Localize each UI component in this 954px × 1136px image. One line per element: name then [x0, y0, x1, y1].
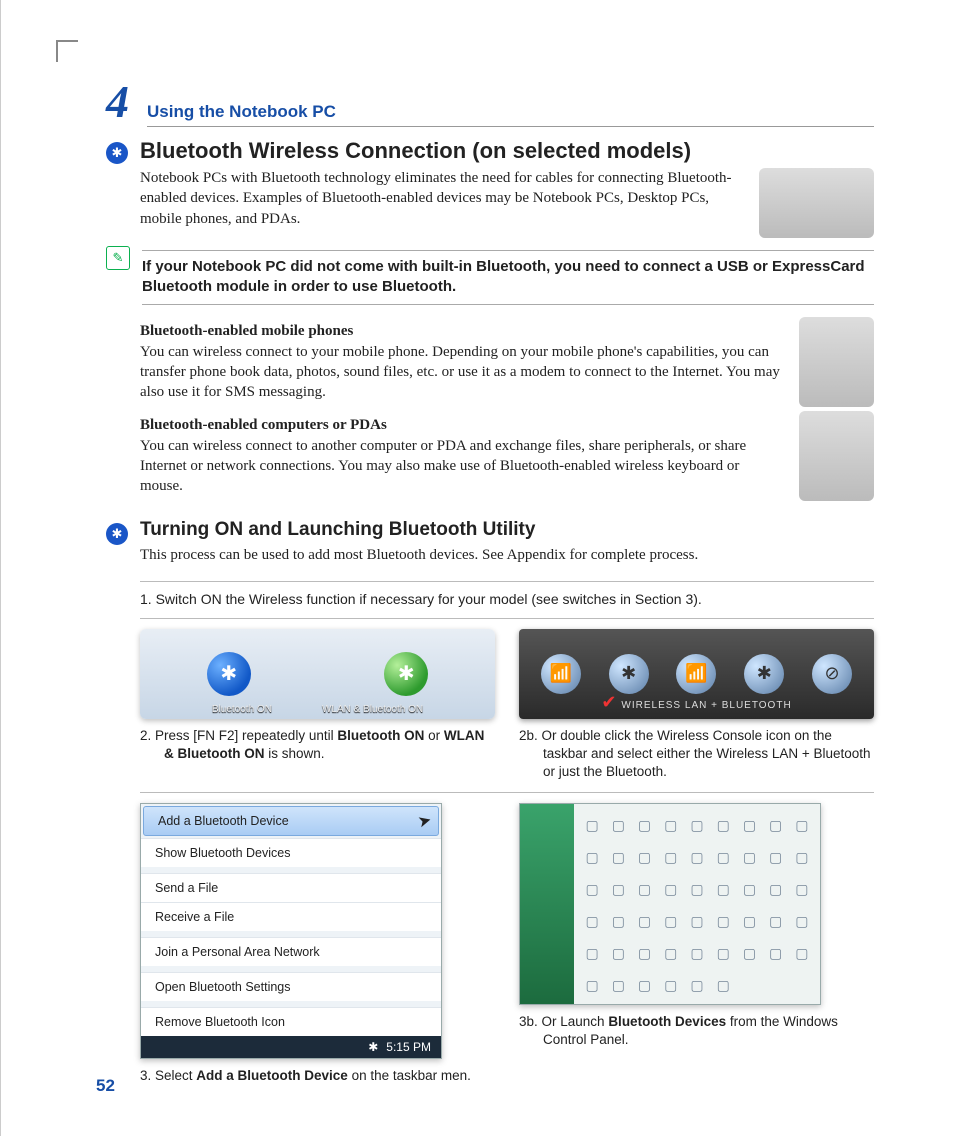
shot2-label: Wireless LAN + Bluetooth — [621, 700, 791, 711]
screenshot-row-1: ✱ ✱ Bluetooth ON WLAN & Bluetooth ON 2. … — [140, 629, 874, 782]
bluetooth-on-screenshot: ✱ ✱ Bluetooth ON WLAN & Bluetooth ON — [140, 629, 495, 719]
section2-intro: This process can be used to add most Blu… — [140, 545, 874, 565]
screenshot-row-2: ➤ Add a Bluetooth Device Show Bluetooth … — [140, 803, 874, 1085]
step-2b: 2b. Or double click the Wireless Console… — [519, 727, 874, 782]
note-text: If your Notebook PC did not come with bu… — [142, 250, 874, 305]
sub1-text: You can wireless connect to your mobile … — [140, 342, 785, 403]
section-bluetooth: ✱ Bluetooth Wireless Connection (on sele… — [106, 138, 874, 238]
step-2: 2. Press [FN F2] repeatedly until Blueto… — [140, 727, 495, 763]
note-row: ✎ If your Notebook PC did not come with … — [106, 244, 874, 313]
control-panel-grid — [574, 804, 820, 1004]
menu-item-send-file: Send a File — [141, 873, 441, 902]
bluetooth-glyph-icon: ✱ — [207, 652, 251, 696]
control-panel-sidebar — [520, 804, 574, 1004]
section-heading: Bluetooth Wireless Connection (on select… — [140, 138, 874, 164]
divider — [140, 618, 874, 619]
sub1-row: Bluetooth-enabled mobile phones You can … — [106, 317, 874, 407]
shot1-label-b: WLAN & Bluetooth ON — [322, 704, 423, 715]
crop-mark — [56, 40, 78, 62]
menu-item-receive-file: Receive a File — [141, 902, 441, 931]
section-intro: Notebook PCs with Bluetooth technology e… — [140, 168, 747, 229]
antenna-icon: 📶 — [676, 654, 716, 694]
menu-item-join-pan: Join a Personal Area Network — [141, 937, 441, 966]
antenna-bt-icon: ✱ — [609, 654, 649, 694]
page-number: 52 — [96, 1076, 115, 1096]
antenna-icon: 📶 — [541, 654, 581, 694]
note-icon: ✎ — [106, 246, 130, 270]
sub1-title: Bluetooth-enabled mobile phones — [140, 323, 785, 340]
step-3b: 3b. Or Launch Bluetooth Devices from the… — [519, 1013, 874, 1049]
antenna-bt-icon: ✱ — [744, 654, 784, 694]
section2-heading: Turning ON and Launching Bluetooth Utili… — [140, 519, 874, 541]
bluetooth-icon: ✱ — [106, 142, 128, 164]
check-icon: ✔ — [601, 692, 617, 712]
taskbar-menu-screenshot: ➤ Add a Bluetooth Device Show Bluetooth … — [140, 803, 442, 1059]
menu-item-open-settings: Open Bluetooth Settings — [141, 972, 441, 1001]
control-panel-screenshot — [519, 803, 821, 1005]
bluetooth-icon: ✱ — [106, 523, 128, 545]
wireless-console-screenshot: 📶 ✱ 📶 ✱ ⊘ ✔ Wireless LAN + Bluetooth — [519, 629, 874, 719]
divider — [140, 581, 874, 582]
section-turning-on: ✱ Turning ON and Launching Bluetooth Uti… — [106, 519, 874, 571]
chapter-header: 4 Using the Notebook PC — [106, 75, 874, 128]
antenna-off-icon: ⊘ — [812, 654, 852, 694]
taskbar-time: 5:15 PM — [386, 1040, 431, 1054]
sub2-row: Bluetooth-enabled computers or PDAs You … — [106, 411, 874, 501]
shot1-label-a: Bluetooth ON — [212, 704, 272, 715]
menu-item-remove-icon: Remove Bluetooth Icon — [141, 1007, 441, 1036]
sub2-title: Bluetooth-enabled computers or PDAs — [140, 417, 785, 434]
mouse-image — [759, 168, 874, 238]
page: 4 Using the Notebook PC ✱ Bluetooth Wire… — [0, 0, 954, 1136]
taskbar: ✱ 5:15 PM — [141, 1036, 441, 1058]
sub2-text: You can wireless connect to another comp… — [140, 436, 785, 497]
chapter-title: Using the Notebook PC — [147, 102, 874, 127]
bluetooth-tray-icon: ✱ — [368, 1040, 378, 1054]
wlan-bluetooth-glyph-icon: ✱ — [384, 652, 428, 696]
menu-item-add-device: Add a Bluetooth Device — [143, 806, 439, 836]
step-3: 3. Select Add a Bluetooth Device on the … — [140, 1067, 495, 1085]
pda-image — [799, 411, 874, 501]
divider — [140, 792, 874, 793]
chapter-number: 4 — [106, 75, 129, 128]
step-1: 1. Switch ON the Wireless function if ne… — [128, 590, 874, 608]
phone-image — [799, 317, 874, 407]
menu-item-show-devices: Show Bluetooth Devices — [141, 838, 441, 867]
